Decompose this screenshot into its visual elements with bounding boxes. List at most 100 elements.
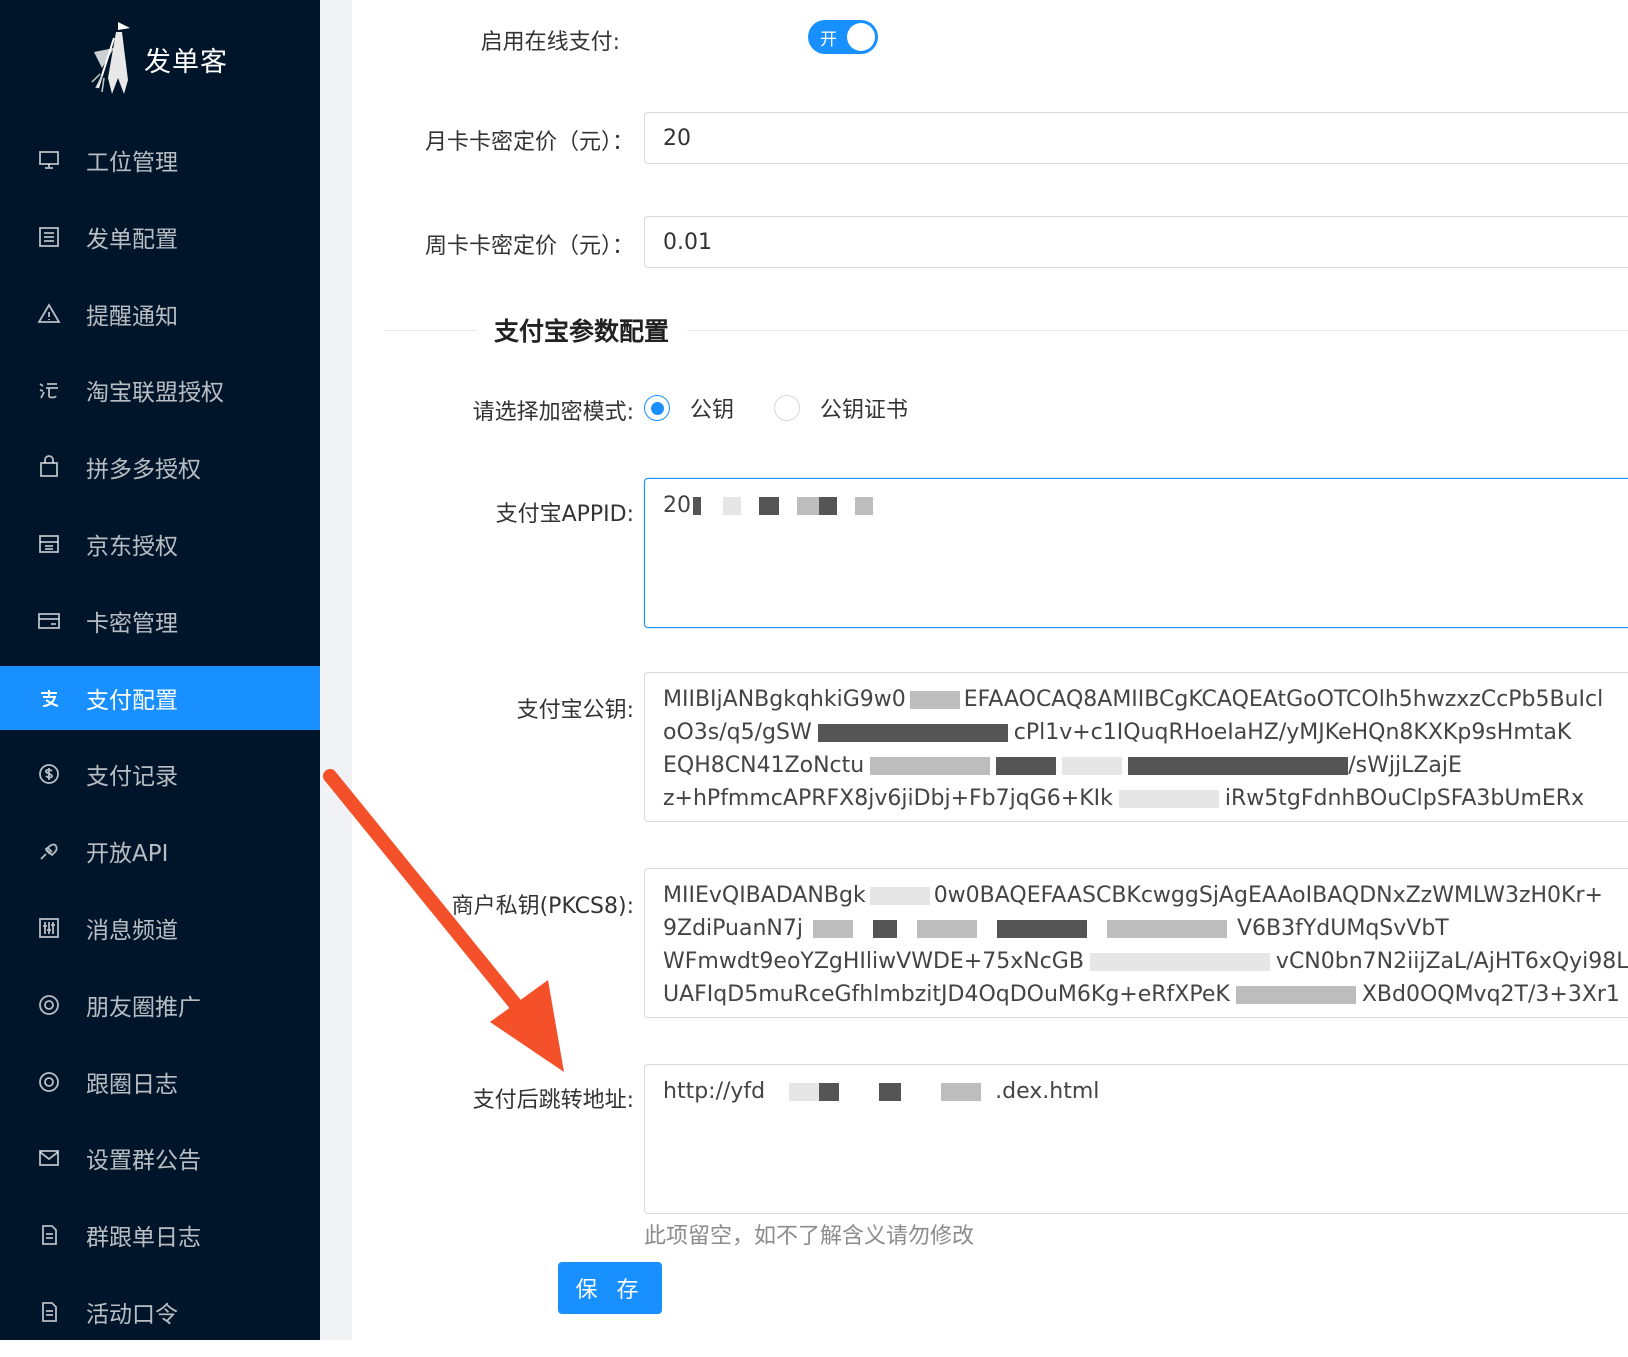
sidebar-item-label: 跟圈日志	[86, 1071, 178, 1098]
radio-public-key-label[interactable]: 公钥	[690, 392, 734, 424]
appid-value: 20	[663, 493, 691, 518]
appid-label: 支付宝APPID:	[495, 502, 634, 527]
card-icon	[36, 608, 62, 634]
redirect-url-label: 支付后跳转地址:	[472, 1088, 634, 1113]
shopping-bag-icon	[36, 454, 62, 480]
sidebar-item-label: 卡密管理	[86, 610, 178, 637]
sidebar-item-card-management[interactable]: 卡密管理	[0, 589, 320, 653]
online-pay-label: 启用在线支付:	[480, 30, 620, 55]
file-icon	[36, 1222, 62, 1248]
payment-config-form: 启用在线支付: 开 月卡卡密定价（元）： 20 周卡卡密定价（元）： 0.01 …	[352, 0, 1628, 1340]
alipay-public-key-label: 支付宝公钥:	[516, 698, 634, 723]
redaction	[819, 1083, 840, 1101]
redaction	[879, 1083, 902, 1101]
redaction	[693, 497, 701, 515]
monthly-price-value: 20	[663, 125, 691, 151]
sidebar-item-taobao-auth[interactable]: 淘宝联盟授权	[0, 358, 320, 422]
sidebar-item-payment-config[interactable]: 支付配置	[0, 665, 320, 730]
list-icon	[36, 224, 62, 250]
sidebar-item-label: 支付配置	[86, 687, 178, 714]
weekly-price-label: 周卡卡密定价（元）：	[424, 234, 634, 259]
redaction	[855, 497, 873, 515]
sidebar-item-reminders[interactable]: 提醒通知	[0, 282, 320, 346]
merchant-private-key-label: 商户私钥(PKCS8):	[451, 894, 634, 919]
alipay-public-key-textarea[interactable]: MIIBIjANBgkqhkiG9w0 EFAAOCAQ8AMIIBCgKCAQE…	[644, 672, 1628, 822]
key-line: UAFIqD5muRceGfhlmbzitJD4OqDOuM6Kg+eRfXPe…	[663, 982, 1620, 1007]
sidebar-item-label: 朋友圈推广	[86, 994, 201, 1021]
sidebar-item-workstation[interactable]: 工位管理	[0, 128, 320, 192]
sidebar: 发单客 工位管理 发单配置 提醒通知 淘宝联盟授权 拼多多授权 京东授权 卡密管…	[0, 0, 320, 1340]
switch-on-text: 开	[820, 29, 837, 50]
redaction	[759, 497, 779, 515]
sidebar-item-label: 活动口令	[86, 1301, 178, 1328]
sidebar-item-moments-promotion[interactable]: 朋友圈推广	[0, 973, 320, 1037]
section-title: 支付宝参数配置	[476, 312, 688, 348]
sliders-icon	[36, 915, 62, 941]
sidebar-item-follow-log[interactable]: 跟圈日志	[0, 1050, 320, 1114]
sidebar-item-pinduoduo-auth[interactable]: 拼多多授权	[0, 435, 320, 499]
save-button[interactable]: 保 存	[558, 1262, 662, 1314]
key-line: MIIBIjANBgkqhkiG9w0 EFAAOCAQ8AMIIBCgKCAQE…	[663, 687, 1604, 712]
sidebar-item-label: 京东授权	[86, 533, 178, 560]
sidebar-item-activity-code[interactable]: 活动口令	[0, 1280, 320, 1344]
sidebar-item-group-order-log[interactable]: 群跟单日志	[0, 1203, 320, 1267]
sidebar-item-label: 工位管理	[86, 150, 178, 176]
sidebar-item-open-api[interactable]: 开放API	[0, 819, 320, 883]
sidebar-item-label: 群跟单日志	[86, 1225, 201, 1252]
monthly-price-input[interactable]: 20	[644, 112, 1628, 164]
radio-public-key[interactable]	[644, 395, 670, 421]
encrypt-mode-label: 请选择加密模式:	[472, 400, 634, 425]
sidebar-item-label: 设置群公告	[86, 1148, 201, 1175]
radio-public-key-cert[interactable]	[774, 395, 801, 421]
redaction	[819, 497, 837, 515]
content-gutter	[320, 0, 352, 1340]
redaction	[797, 497, 819, 515]
weekly-price-value: 0.01	[663, 229, 712, 255]
sidebar-item-label: 提醒通知	[86, 303, 178, 330]
redaction	[723, 497, 741, 515]
sidebar-item-payment-records[interactable]: 支付记录	[0, 742, 320, 806]
sidebar-item-label: 拼多多授权	[86, 457, 201, 484]
sidebar-item-label: 开放API	[86, 841, 169, 868]
redirect-url-end: .dex.html	[995, 1079, 1100, 1104]
key-line: MIIEvQIBADANBgk 0w0BAQEFAASCBKcwggSjAgEAA…	[663, 883, 1603, 908]
monitor-icon	[36, 147, 62, 173]
sidebar-item-label: 消息频道	[86, 917, 178, 944]
online-pay-switch[interactable]: 开	[808, 20, 878, 54]
logo-figure-icon	[91, 22, 130, 94]
store-icon	[36, 531, 62, 557]
taobao-icon	[36, 377, 62, 403]
key-line: WFmwdt9eoYZgHIliwVWDE+75xNcGB vCN0bn7N2ii…	[663, 949, 1628, 974]
sidebar-item-jd-auth[interactable]: 京东授权	[0, 512, 320, 576]
monthly-price-label: 月卡卡密定价（元）：	[424, 130, 634, 155]
sidebar-menu: 工位管理 发单配置 提醒通知 淘宝联盟授权 拼多多授权 京东授权 卡密管理 支付…	[0, 128, 320, 1357]
redirect-url-start: http://yfd	[663, 1079, 766, 1104]
key-line: z+hPfmmcAPRFX8jv6jiDbj+Fb7jqG6+KIk iRw5tg…	[663, 786, 1585, 811]
merchant-private-key-textarea[interactable]: MIIEvQIBADANBgk 0w0BAQEFAASCBKcwggSjAgEAA…	[644, 868, 1628, 1018]
encrypt-mode-radio-group: 公钥 公钥证书	[644, 392, 948, 424]
aperture-icon	[36, 992, 62, 1018]
api-icon	[36, 838, 62, 864]
sidebar-item-label: 支付记录	[86, 764, 178, 791]
aperture-icon	[36, 1069, 62, 1095]
logo[interactable]: 发单客	[88, 18, 248, 98]
file-icon	[36, 1299, 62, 1325]
sidebar-item-group-notice[interactable]: 设置群公告	[0, 1126, 320, 1190]
sidebar-item-dispatch-config[interactable]: 发单配置	[0, 205, 320, 269]
switch-knob	[847, 23, 875, 51]
radio-public-key-cert-label[interactable]: 公钥证书	[820, 392, 908, 424]
sidebar-item-message-channel[interactable]: 消息频道	[0, 896, 320, 960]
appid-textarea[interactable]: 20	[644, 478, 1628, 628]
warning-icon	[36, 301, 62, 327]
weekly-price-input[interactable]: 0.01	[644, 216, 1628, 268]
sidebar-item-label: 淘宝联盟授权	[86, 380, 224, 407]
key-line: EQH8CN41ZoNctu/sWjjLZajE	[663, 753, 1462, 778]
redaction	[789, 1083, 820, 1101]
brand-name: 发单客	[144, 47, 228, 78]
alipay-icon	[36, 685, 62, 711]
redirect-url-hint: 此项留空，如不了解含义请勿修改	[644, 1224, 975, 1249]
dollar-circle-icon	[36, 761, 62, 787]
key-line: oO3s/q5/gSW cPl1v+c1IQuqRHoeIaHZ/yMJKeHQn…	[663, 720, 1572, 745]
redirect-url-textarea[interactable]: http://yfd .dex.html	[644, 1064, 1628, 1214]
key-line: 9ZdiPuanN7j V6B3fYdUMqSvVbT	[663, 916, 1449, 941]
